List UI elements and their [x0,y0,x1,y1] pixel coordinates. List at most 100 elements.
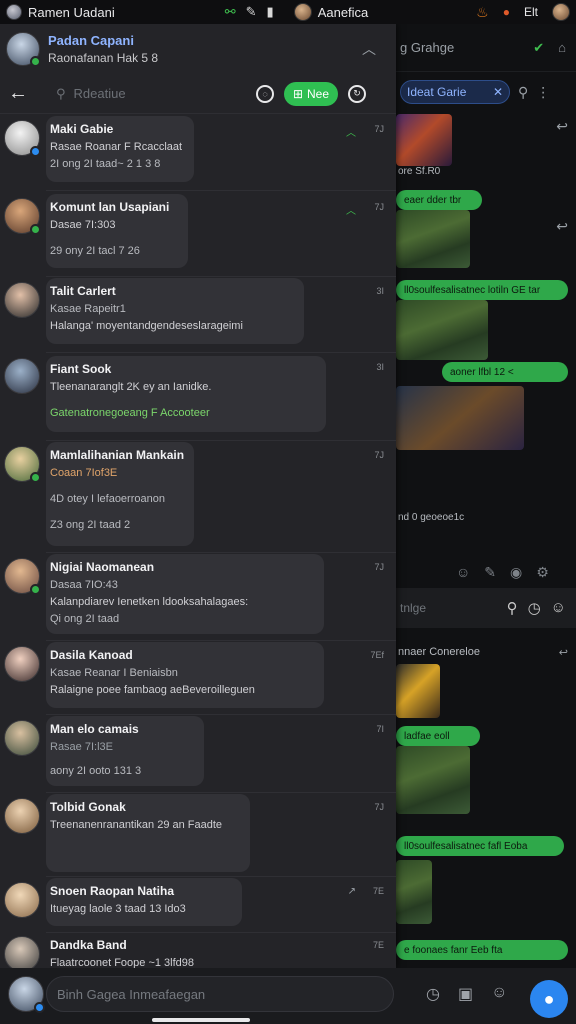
media-thumbnail[interactable] [396,210,470,268]
chat-list-item[interactable]: Dandka Band Flaatrcoonet Foope ~1 3lfd98… [0,934,396,972]
chat-time: 7J [374,124,384,134]
chat-list-item[interactable]: Man elo camais Rasae 7I:l3E aony 2I ooto… [0,716,396,790]
profile-name: Padan Capani [48,33,134,48]
chat-list-item[interactable]: Tolbid Gonak Treenanenranantikan 29 an F… [0,794,396,874]
person-search-icon[interactable]: ⚲ [518,84,528,101]
emoji-icon[interactable]: ☺ [491,984,507,1004]
chat-list-item[interactable]: Dasila Kanoad Kasae Reanar I Beniaisbn R… [0,642,396,712]
chat-name: Dandka Band [50,938,127,952]
divider [46,190,396,191]
online-badge [30,224,41,235]
search-icon[interactable]: ⚲ [507,599,518,617]
pin-icon: ︿ [346,128,356,139]
media-thumbnail[interactable] [396,300,488,360]
close-icon[interactable]: ✕ [493,85,503,99]
pin-icon: ︿ [346,206,356,217]
status-icon[interactable]: ◌ [256,84,274,103]
message-bubble: eaer dder tbr [396,190,482,210]
emoji-icon[interactable]: ☺ [551,599,566,617]
composer-bar: Binh Gagea Inmeafaegan ◷ ▣ ☺ ● [0,968,576,1024]
my-avatar[interactable] [8,976,45,1013]
chevron-up-icon[interactable]: ︿ [362,39,376,59]
reply-icon[interactable]: ↩ [556,118,568,135]
composer-actions: ◷ ▣ ☺ [426,984,507,1004]
chat-meta: Halanga' moyentandgendeseslarageimi [50,320,243,332]
chat-meta: Ralaigne poee fambaog aeBeveroilleguen [50,684,255,696]
pen-icon: ✎ [245,4,257,19]
media-thumbnail[interactable] [396,860,432,924]
profile-avatar[interactable] [6,32,41,67]
chat-list-item[interactable]: Komunt lan Usapiani Dasae 7I:303 29 ony … [0,194,396,274]
chat-snippet: Treenanenranantikan 29 an Faadte [50,819,223,831]
status-mid-label: Aanefica [317,4,369,20]
chat-preview-bubble: Man elo camais Rasae 7I:l3E aony 2I ooto… [46,716,204,786]
clock-icon[interactable]: ◷ [426,984,440,1004]
avatar [4,936,40,972]
chat-list-item[interactable]: Maki Gabie Rasae Roanar F Rcacclaat 2I o… [0,116,396,186]
new-chat-button[interactable]: ⊞ Nee [284,81,338,106]
chat-name: Maki Gabie [50,122,114,136]
home-icon[interactable]: ⌂ [558,40,566,55]
chat-time: 7J [374,562,384,572]
chat-meta: aony 2I ooto 131 3 [50,765,142,777]
chat-time: 7J [374,802,384,812]
reply-icon[interactable]: ↩ [559,646,568,659]
profile-header[interactable]: Padan Capani Raonafanan Hak 5 8 ︿ [0,24,396,74]
chat-time: 7Ef [370,650,384,660]
chat-search-pill[interactable]: Ideat Garie ✕ [400,80,510,104]
gif-icon[interactable]: ▣ [458,984,473,1004]
divider [46,352,396,353]
compose-button[interactable]: ● [530,980,568,1018]
chat-time: 7J [374,450,384,460]
chat-name: Snoen Raopan Natiha [50,884,175,898]
media-thumbnail[interactable] [396,746,470,814]
chat-time: 3I [376,286,384,296]
chat-list-item[interactable]: Fiant Sook Tleenanaranglt 2K ey an Ianid… [0,354,396,436]
chat-list-item[interactable]: Snoen Raopan Natiha Itueyag laole 3 taad… [0,878,396,930]
more-icon[interactable]: ⋮ [536,84,550,101]
new-chat-label: Nee [307,86,330,101]
reply-icon[interactable]: ↩ [556,218,568,235]
chat-name: Nigiai Naomanean [50,560,155,574]
chat-preview-bubble: Komunt lan Usapiani Dasae 7I:303 29 ony … [46,194,188,268]
chat-time: 7J [374,202,384,212]
chat-preview-bubble: Snoen Raopan Natiha Itueyag laole 3 taad… [46,878,242,926]
divider [46,876,396,877]
chat-list-item[interactable]: Mamlalihanian Mankain Coaan 7Iof3E 4D ot… [0,442,396,548]
chat-meta: Gatenatronegoeang F Accooteer [50,407,210,419]
sticker-icon[interactable]: ◉ [510,564,522,581]
chat-list-item[interactable]: Nigiai Naomanean Dasaa 7IO:43 Kalanpdiar… [0,554,396,638]
chat-list-item[interactable]: Talit Carlert Kasae Rapeitr1 Halanga' mo… [0,278,396,348]
background-chat-pane: g Grahge ✔ ⌂ Ideat Garie ✕ ⚲ ⋮ ↩ ore Sf.… [396,24,576,1024]
chat-name: Mamlalihanian Mankain [50,448,185,462]
media-thumbnail[interactable] [396,114,452,166]
search-placeholder: Rdeatiue [73,86,126,101]
account-avatar[interactable] [552,3,570,21]
forward-icon: ↗ [347,886,356,897]
avatar [4,882,40,918]
avatar [4,798,40,834]
edit-icon[interactable]: ✎ [484,564,496,581]
media-thumbnail[interactable] [396,664,440,718]
chat-input[interactable]: tnlge ⚲ ◷ ☺ [396,588,576,628]
online-badge [30,584,41,595]
message-bubble: ll0soulfesalisatnec lotiln GE tar [396,280,568,300]
chat-snippet: Dasae 7I:303 [50,219,116,231]
chat-snippet: Dasaa 7IO:43 [50,579,118,591]
notification-dot-icon: ● [502,5,510,19]
message-input[interactable]: Binh Gagea Inmeafaegan [46,976,394,1012]
divider [46,276,396,277]
divider [46,440,396,441]
settings-icon[interactable]: ⚙ [536,564,549,581]
emoji-icon[interactable]: ☺ [456,564,470,581]
clock-icon[interactable]: ◷ [528,599,541,617]
divider [46,640,396,641]
search-field[interactable]: ⚲ Rdeatiue [56,86,246,102]
clipboard-icon: ▮ [266,4,274,19]
back-arrow-icon[interactable]: ← [8,82,28,105]
media-thumbnail[interactable] [396,386,524,450]
message-bubble: e foonaes fanr Eeb fta [396,940,568,960]
chat-snippet: Kasae Reanar I Beniaisbn [50,667,178,679]
history-icon[interactable]: ↻ [348,84,366,103]
media-caption: ore Sf.R0 [398,166,441,177]
